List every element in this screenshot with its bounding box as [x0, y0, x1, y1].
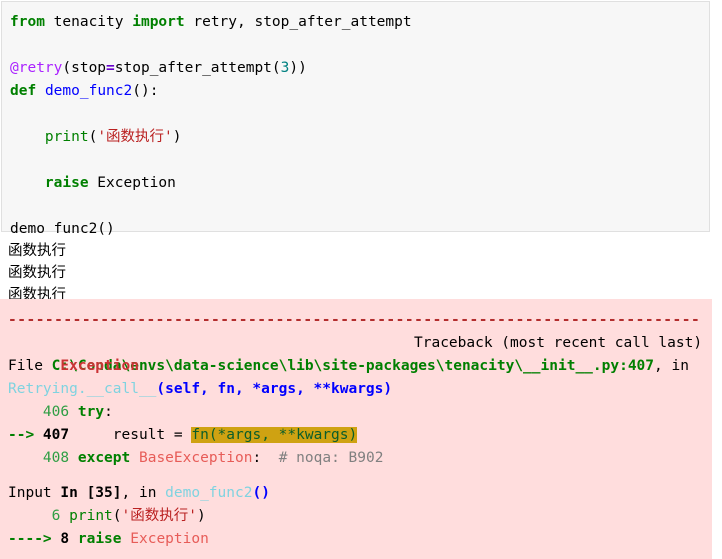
traceback-code-line: 408 except BaseException: # noqa: B902	[8, 447, 712, 470]
frame-spacer	[8, 470, 712, 482]
stdout-line: 函数执行	[8, 265, 66, 281]
code-token: tenacity	[53, 14, 124, 30]
frame-scope-line: Retrying.__call__(self, fn, *args, **kwa…	[8, 378, 712, 401]
code-token: Exception	[88, 175, 176, 191]
code-token: BaseException	[138, 450, 253, 466]
frame-location-line: Input In [35], in demo_func2()	[8, 482, 712, 505]
code-token: demo_func2	[44, 83, 133, 99]
frame-pointer-marker: ---->	[8, 531, 61, 547]
code-token: retry, stop_after_attempt	[184, 14, 412, 30]
frame-prefix: Input	[8, 485, 61, 501]
code-token: demo_func2()	[10, 221, 115, 237]
frame-file-path: C:\Conda\envs\data-science\lib\site-pack…	[51, 358, 655, 374]
frame-line-number: 407	[42, 427, 70, 443]
code-token: (	[112, 508, 122, 524]
stdout-line: 函数执行	[8, 243, 66, 259]
code-token: Exception	[130, 531, 209, 547]
frame-pointer-marker	[8, 508, 52, 524]
code-token: raise	[44, 175, 89, 191]
traceback-frames: File C:\Conda\envs\data-science\lib\site…	[8, 355, 712, 551]
code-token: raise	[77, 531, 122, 547]
code-token: stop_after_attempt(	[114, 60, 281, 76]
code-token: result	[69, 427, 174, 443]
frame-line-number: 8	[60, 531, 70, 547]
traceback-error-block: ----------------------------------------…	[0, 299, 712, 559]
traceback-label: Traceback (most recent call last)	[414, 335, 703, 351]
code-line: raise Exception	[10, 172, 709, 195]
frame-cell-id: In [35]	[60, 485, 122, 501]
frame-pointer-marker: -->	[8, 427, 43, 443]
frame-line-number: 408	[42, 450, 70, 466]
traceback-separator: ----------------------------------------…	[8, 312, 701, 328]
code-token: :	[252, 450, 279, 466]
frame-code: print('函数执行')	[60, 508, 206, 524]
code-token: from	[10, 14, 45, 30]
code-token: :	[104, 404, 113, 420]
frame-pointer-marker	[8, 450, 43, 466]
code-line: @retry(stop=stop_after_attempt(3))	[10, 57, 709, 80]
code-token: except	[77, 450, 131, 466]
code-line: def demo_func2():	[10, 80, 709, 103]
frame-code: result = fn(*args, **kwargs)	[69, 427, 358, 443]
traceback-header: Exception Traceback (most recent call la…	[8, 332, 712, 374]
code-token: # noqa: B902	[278, 450, 384, 466]
code-line: from tenacity import retry, stop_after_a…	[10, 11, 709, 34]
traceback-code-line: 406 try:	[8, 401, 712, 424]
code-token: def	[10, 83, 37, 99]
code-token: '函数执行'	[121, 508, 197, 524]
frame-code: except BaseException: # noqa: B902	[69, 450, 384, 466]
code-token: )	[196, 508, 206, 524]
frame-scope-name: demo_func2	[165, 485, 253, 501]
code-token: =	[106, 60, 115, 76]
traceback-code-line: 6 print('函数执行')	[8, 505, 712, 528]
code-token: ))	[289, 60, 307, 76]
code-token: fn(*args, **kwargs)	[191, 427, 358, 443]
code-token: import	[132, 14, 185, 30]
frame-code: try:	[69, 404, 113, 420]
code-token: '函数执行'	[97, 129, 173, 145]
code-token: =	[173, 427, 183, 443]
code-token: print	[69, 508, 113, 524]
code-token: ():	[132, 83, 159, 99]
frame-scope-args: (self, fn, *args, **kwargs)	[156, 381, 393, 397]
traceback-code-line: --> 407 result = fn(*args, **kwargs)	[8, 424, 712, 447]
stdout-output-area: 函数执行 函数执行 函数执行	[0, 236, 712, 306]
frame-line-number: 406	[42, 404, 70, 420]
frame-scope-args: ()	[252, 485, 270, 501]
code-token: (stop	[62, 60, 107, 76]
code-input-cell[interactable]: from tenacity import retry, stop_after_a…	[1, 1, 710, 237]
frame-code: raise Exception	[69, 531, 209, 547]
code-token: print	[44, 129, 89, 145]
code-token: try	[77, 404, 105, 420]
exception-name: Exception	[60, 358, 139, 374]
code-line: print('函数执行')	[10, 126, 709, 149]
traceback-code-line: ----> 8 raise Exception	[8, 528, 712, 551]
frame-suffix: , in	[654, 358, 689, 374]
notebook-output-page: from tenacity import retry, stop_after_a…	[0, 0, 722, 559]
frame-suffix: , in	[121, 485, 166, 501]
code-token: (	[88, 129, 98, 145]
code-token: @retry	[10, 60, 63, 76]
code-token: )	[172, 129, 182, 145]
